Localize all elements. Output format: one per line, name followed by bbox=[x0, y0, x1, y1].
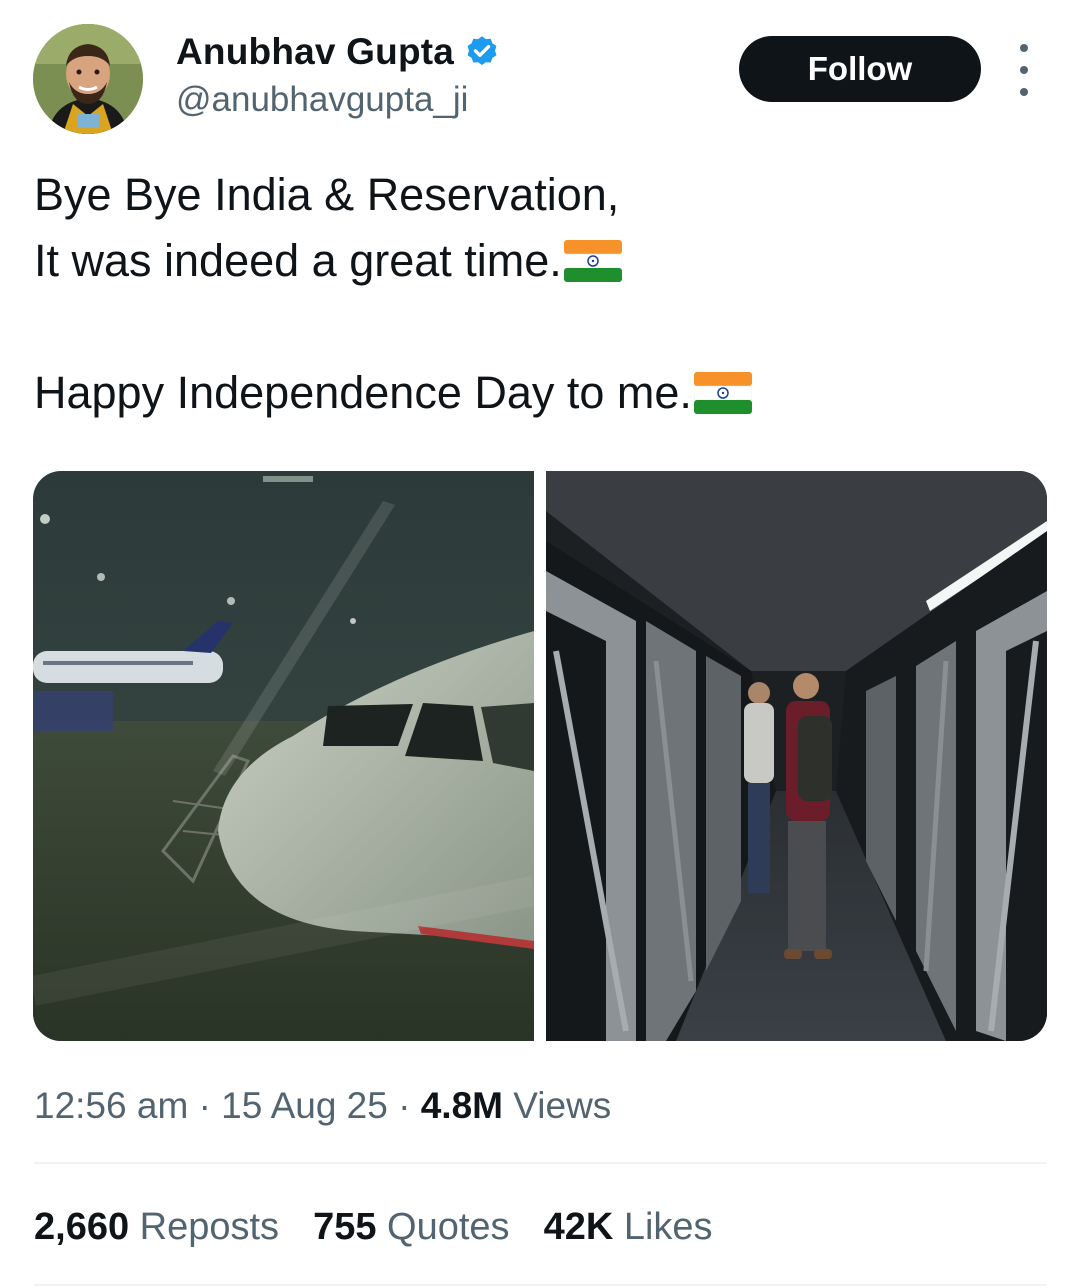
author-name-row[interactable]: Anubhav Gupta bbox=[176, 30, 500, 74]
quotes-stat[interactable]: 755 Quotes bbox=[313, 1206, 510, 1249]
tweet-text-line-2: It was indeed a great time. bbox=[34, 238, 623, 289]
tweet-time[interactable]: 12:56 am bbox=[34, 1085, 188, 1126]
quotes-count: 755 bbox=[313, 1206, 377, 1248]
tweet-text-line-3: Happy Independence Day to me. bbox=[34, 370, 753, 421]
media-photo-jet-bridge[interactable] bbox=[546, 471, 1047, 1041]
verified-badge-icon bbox=[464, 34, 500, 70]
views-count: 4.8M bbox=[420, 1085, 503, 1126]
divider bbox=[34, 1162, 1047, 1164]
reposts-count: 2,660 bbox=[34, 1206, 130, 1248]
india-flag-icon bbox=[693, 372, 753, 421]
author-name[interactable]: Anubhav Gupta bbox=[176, 31, 454, 73]
meta-separator: · bbox=[198, 1085, 211, 1126]
likes-count: 42K bbox=[543, 1206, 614, 1248]
quotes-label: Quotes bbox=[387, 1206, 510, 1248]
tweet-meta: 12:56 am · 15 Aug 25 · 4.8M Views bbox=[34, 1085, 611, 1127]
more-vertical-icon[interactable] bbox=[1010, 44, 1038, 96]
media-photo-airplane[interactable] bbox=[33, 471, 534, 1041]
engagement-stats: 2,660 Reposts 755 Quotes 42K Likes bbox=[34, 1206, 713, 1249]
reposts-label: Reposts bbox=[139, 1206, 280, 1248]
meta-separator: · bbox=[398, 1085, 411, 1126]
tweet-text-line-1: Bye Bye India & Reservation, bbox=[34, 169, 620, 220]
author-handle[interactable]: @anubhavgupta_ji bbox=[176, 80, 468, 120]
likes-stat[interactable]: 42K Likes bbox=[544, 1206, 713, 1249]
india-flag-icon bbox=[563, 240, 623, 289]
divider bbox=[34, 1284, 1047, 1286]
reposts-stat[interactable]: 2,660 Reposts bbox=[34, 1206, 279, 1249]
likes-label: Likes bbox=[623, 1206, 713, 1248]
tweet-date[interactable]: 15 Aug 25 bbox=[221, 1085, 388, 1126]
views-label: Views bbox=[513, 1085, 612, 1126]
avatar[interactable] bbox=[33, 24, 143, 134]
follow-button[interactable]: Follow bbox=[739, 36, 981, 102]
